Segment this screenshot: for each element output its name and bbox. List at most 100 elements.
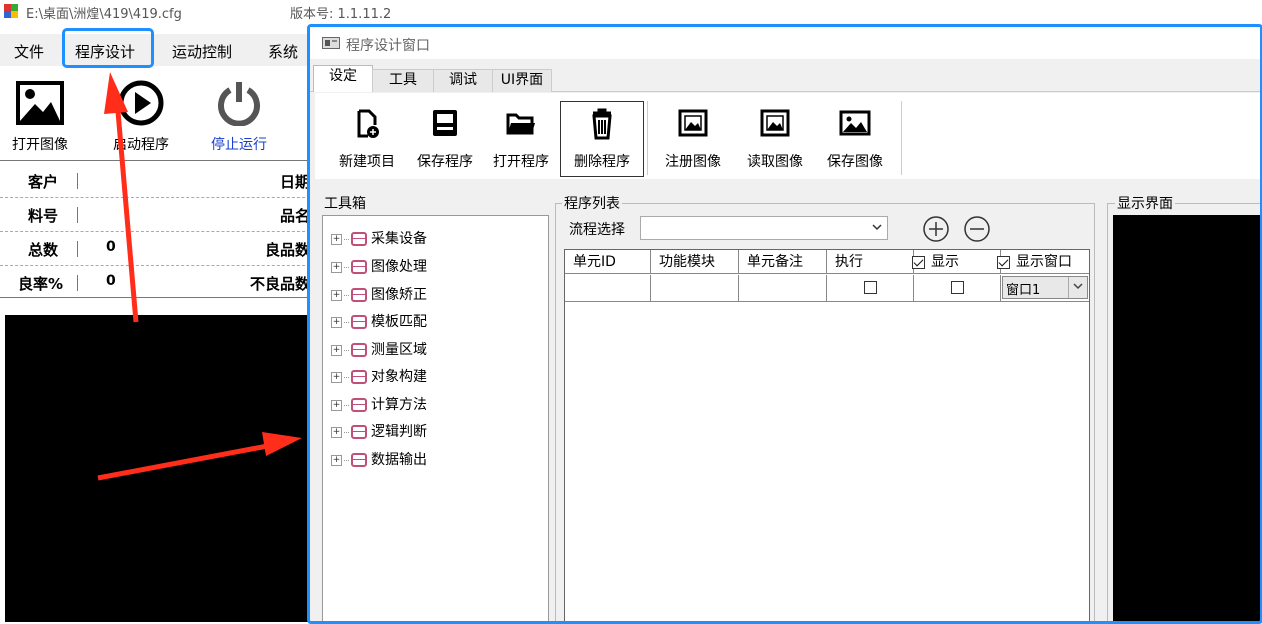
- tree-node-image-correction[interactable]: + 图像矫正: [331, 284, 427, 304]
- info-table: 客户 日期 料号 品名 总数 0 良品数 良率% 0 不良品数: [0, 160, 310, 298]
- tree-node-image-processing[interactable]: + 图像处理: [331, 256, 427, 276]
- show-cell[interactable]: [914, 275, 1001, 302]
- show-all-checkbox[interactable]: [912, 255, 925, 269]
- open-image-button[interactable]: 打开图像: [8, 80, 72, 154]
- flow-select-combo[interactable]: [640, 216, 888, 240]
- tree-node-acquisition[interactable]: + 采集设备: [331, 228, 427, 248]
- dialog-title-bar: 程序设计窗口: [310, 27, 1260, 59]
- tab-tools[interactable]: 工具: [372, 69, 434, 92]
- picture-icon: [757, 109, 793, 145]
- delete-program-button[interactable]: 删除程序: [560, 101, 644, 177]
- tree-node-measure-region[interactable]: + 测量区域: [331, 339, 427, 359]
- col-show[interactable]: 显示: [912, 250, 1001, 274]
- info-row: 料号 品名: [0, 197, 310, 232]
- dialog-title: 程序设计窗口: [346, 38, 430, 54]
- show-checkbox[interactable]: [950, 280, 964, 294]
- version-label: 版本号: 1.1.11.2: [290, 7, 392, 22]
- database-icon: [351, 370, 367, 384]
- new-file-icon: [349, 109, 385, 145]
- toolbox-tree: + 采集设备 + 图像处理 + 图像矫正 + 模板匹配 + 测量区域 + 对象构建 + 计算方…: [322, 215, 549, 621]
- stop-run-button[interactable]: 停止运行: [204, 80, 274, 154]
- execute-checkbox[interactable]: [863, 280, 877, 294]
- col-module[interactable]: 功能模块: [651, 250, 739, 274]
- col-unit-id[interactable]: 单元ID: [565, 250, 651, 274]
- col-show-window[interactable]: 显示窗口: [997, 250, 1089, 274]
- program-list-title: 程序列表: [562, 193, 622, 213]
- show-window-all-checkbox[interactable]: [997, 255, 1010, 269]
- file-path: E:\桌面\洲煌\419\419.cfg: [26, 7, 182, 22]
- read-image-button[interactable]: 读取图像: [741, 107, 809, 173]
- info-row: 客户 日期: [0, 163, 310, 198]
- start-program-button[interactable]: 启动程序: [106, 80, 176, 154]
- info-row: 总数 0 良品数: [0, 231, 310, 266]
- execute-cell[interactable]: [827, 275, 914, 302]
- table-cell[interactable]: [739, 275, 827, 302]
- add-flow-button[interactable]: [922, 215, 950, 247]
- program-grid: 单元ID 功能模块 单元备注 执行 显示 显示窗口 窗口1: [564, 249, 1090, 621]
- table-cell[interactable]: [565, 275, 651, 302]
- database-icon: [351, 343, 367, 357]
- tree-node-logic[interactable]: + 逻辑判断: [331, 421, 427, 441]
- display-title: 显示界面: [1115, 193, 1175, 213]
- expand-icon[interactable]: +: [331, 399, 342, 411]
- trash-icon: [561, 107, 643, 145]
- main-toolbar: 打开图像 启动程序 停止运行: [0, 68, 310, 158]
- tab-ui[interactable]: UI界面: [492, 69, 552, 92]
- expand-icon[interactable]: +: [331, 454, 342, 466]
- tree-node-data-output[interactable]: + 数据输出: [331, 449, 427, 469]
- tab-strip: 设定 工具 调试 UI界面: [310, 65, 1260, 92]
- database-icon: [351, 453, 367, 467]
- expand-icon[interactable]: +: [331, 261, 342, 273]
- expand-icon[interactable]: +: [331, 344, 342, 356]
- save-image-button[interactable]: 保存图像: [821, 107, 889, 173]
- image-save-icon: [837, 110, 873, 145]
- title-bar: E:\桌面\洲煌\419\419.cfg 版本号: 1.1.11.2: [0, 0, 1262, 24]
- menu-system[interactable]: 系统: [268, 41, 298, 62]
- flow-select-label: 流程选择: [569, 222, 625, 238]
- image-icon: [15, 81, 65, 130]
- menu-motion-control[interactable]: 运动控制: [172, 41, 232, 62]
- table-cell[interactable]: [651, 275, 739, 302]
- expand-icon[interactable]: +: [331, 233, 342, 245]
- expand-icon[interactable]: +: [331, 316, 342, 328]
- tab-settings[interactable]: 设定: [313, 65, 373, 92]
- main-image-view: [5, 315, 310, 622]
- menu-file[interactable]: 文件: [14, 41, 44, 62]
- display-view: [1113, 215, 1260, 621]
- app-icon: [4, 4, 18, 18]
- tree-node-calculation[interactable]: + 计算方法: [331, 394, 427, 414]
- database-icon: [351, 232, 367, 246]
- col-remark[interactable]: 单元备注: [739, 250, 827, 274]
- tree-node-object-build[interactable]: + 对象构建: [331, 366, 427, 386]
- dialog-ribbon: 新建项目 保存程序 打开程序 删除程序 注册图像 读取图像 保存图像: [315, 93, 1260, 179]
- save-icon: [427, 110, 463, 145]
- program-design-dialog: 程序设计窗口 设定 工具 调试 UI界面 新建项目 保存程序 打开程序 删除程序…: [307, 24, 1262, 624]
- database-icon: [351, 260, 367, 274]
- expand-icon[interactable]: +: [331, 426, 342, 438]
- new-project-button[interactable]: 新建项目: [333, 107, 401, 173]
- window-icon: [322, 37, 340, 53]
- chevron-down-icon: [871, 220, 883, 238]
- toolbox-title: 工具箱: [324, 196, 366, 212]
- window-select[interactable]: 窗口1: [1001, 275, 1089, 302]
- menu-bar: 文件 程序设计 运动控制 系统: [0, 34, 310, 66]
- folder-icon: [503, 113, 539, 145]
- tab-debug[interactable]: 调试: [433, 69, 493, 92]
- power-icon: [215, 82, 263, 130]
- open-program-button[interactable]: 打开程序: [487, 107, 555, 173]
- chevron-down-icon: [1068, 277, 1087, 298]
- col-execute[interactable]: 执行: [827, 250, 914, 274]
- database-icon: [351, 288, 367, 302]
- highlight-box-menu: [62, 28, 154, 68]
- database-icon: [351, 425, 367, 439]
- database-icon: [351, 315, 367, 329]
- expand-icon[interactable]: +: [331, 289, 342, 301]
- expand-icon[interactable]: +: [331, 371, 342, 383]
- register-image-button[interactable]: 注册图像: [659, 107, 727, 173]
- save-program-button[interactable]: 保存程序: [411, 107, 479, 173]
- picture-icon: [675, 109, 711, 145]
- remove-flow-button[interactable]: [963, 215, 991, 247]
- play-icon: [117, 80, 165, 130]
- tree-node-template-matching[interactable]: + 模板匹配: [331, 311, 427, 331]
- info-row: 良率% 0 不良品数: [18, 273, 310, 293]
